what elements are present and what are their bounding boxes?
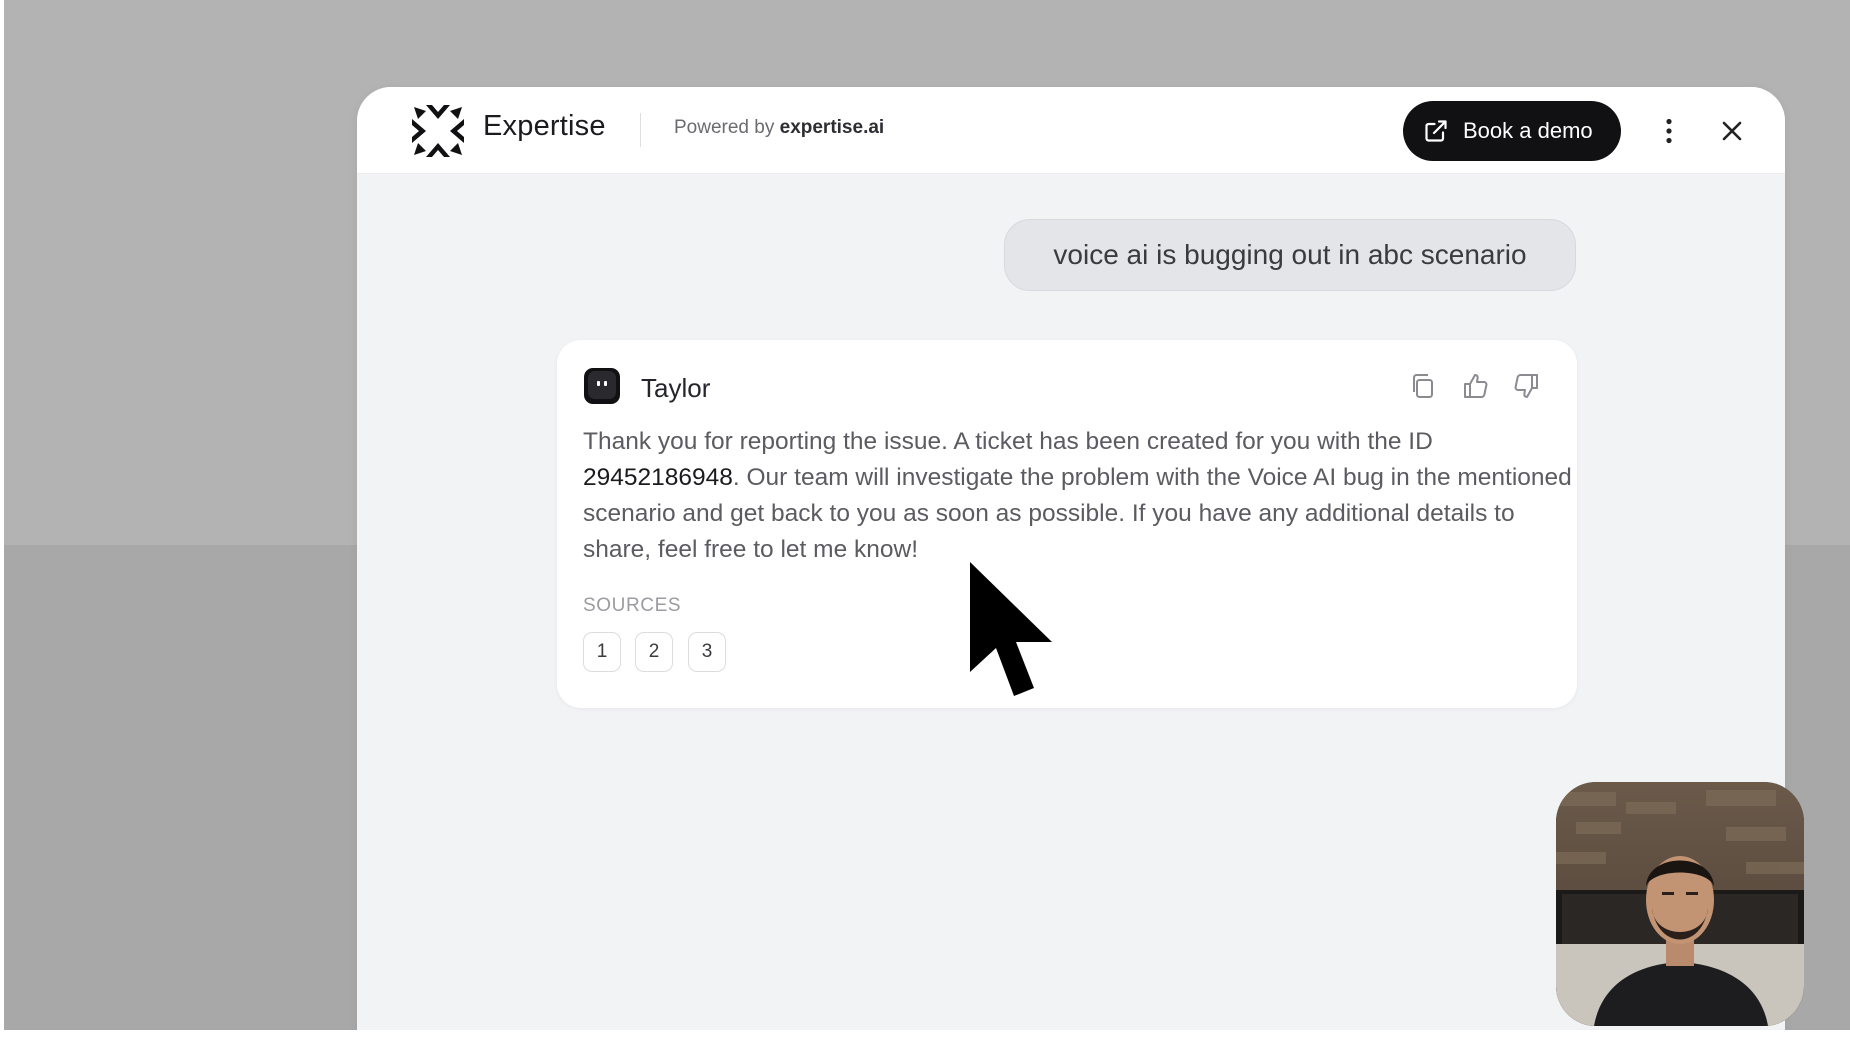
user-message-bubble: voice ai is bugging out in abc scenario: [1004, 219, 1576, 291]
close-button[interactable]: [1712, 111, 1752, 151]
thumbs-up-icon[interactable]: [1459, 370, 1491, 402]
agent-name: Taylor: [641, 373, 711, 403]
expertise-logo-icon: [412, 105, 464, 157]
thumbs-down-icon[interactable]: [1511, 370, 1543, 402]
close-icon: [1722, 121, 1742, 141]
sources-label: SOURCES: [583, 595, 682, 616]
header-divider: [640, 113, 641, 147]
ticket-id: 29452186948: [583, 464, 733, 491]
mouse-cursor-icon: [965, 557, 1057, 701]
book-demo-label: Book a demo: [1463, 118, 1593, 143]
source-chip-1[interactable]: 1: [583, 632, 621, 672]
presenter-video: [1556, 782, 1804, 1026]
agent-avatar-icon: [584, 368, 620, 404]
chat-header: Expertise Powered by expertise.ai Book a…: [357, 87, 1785, 174]
powered-brand: expertise.ai: [779, 117, 885, 138]
source-chip-2[interactable]: 2: [635, 632, 673, 672]
source-chip-3[interactable]: 3: [688, 632, 726, 672]
screen: Expertise Powered by expertise.ai Book a…: [0, 0, 1850, 1040]
agent-answer-text: Thank you for reporting the issue. A tic…: [583, 424, 1573, 568]
powered-prefix: Powered by: [674, 117, 775, 138]
powered-by: Powered by expertise.ai: [674, 117, 884, 139]
more-vertical-icon: [1666, 118, 1672, 144]
book-demo-button[interactable]: Book a demo: [1403, 101, 1621, 161]
external-link-icon: [1425, 120, 1447, 142]
copy-icon[interactable]: [1407, 370, 1439, 402]
answer-text-start: Thank you for reporting the issue. A tic…: [583, 428, 1433, 455]
more-options-button[interactable]: [1654, 111, 1684, 151]
bottom-strip: [0, 1030, 1850, 1040]
presenter-video-frame: [1556, 782, 1804, 1026]
brand-name: Expertise: [483, 110, 606, 142]
agent-answer-card: Taylor Thank you for reporting the issue…: [557, 340, 1577, 708]
